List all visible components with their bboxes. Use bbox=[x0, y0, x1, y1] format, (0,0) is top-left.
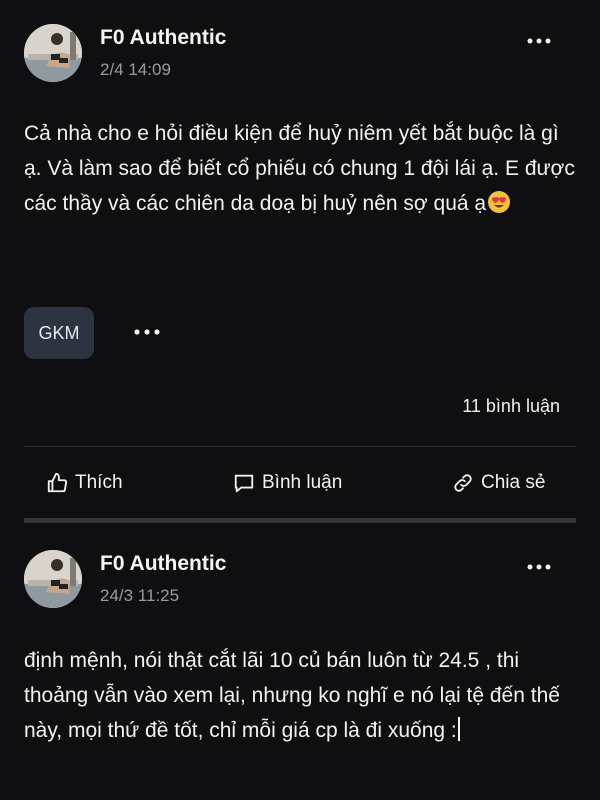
stock-tag-chip[interactable]: GKM bbox=[24, 307, 94, 359]
post-timestamp: 2/4 14:09 bbox=[100, 60, 171, 79]
post-text: định mệnh, nói thật cắt lãi 10 củ bán lu… bbox=[24, 649, 560, 742]
avatar-image bbox=[24, 24, 82, 82]
comment-icon bbox=[234, 474, 254, 493]
comment-button[interactable]: Bình luận bbox=[233, 468, 342, 498]
post-content: Cả nhà cho e hỏi điều kiện để huỷ niêm y… bbox=[24, 116, 580, 221]
like-button[interactable]: Thích bbox=[46, 468, 123, 498]
more-horizontal-icon bbox=[527, 564, 551, 570]
thumbs-up-icon bbox=[47, 472, 68, 493]
post-separator bbox=[24, 518, 576, 523]
more-horizontal-icon bbox=[527, 38, 551, 44]
more-horizontal-icon bbox=[134, 329, 160, 335]
more-options-button[interactable] bbox=[526, 554, 552, 580]
avatar[interactable] bbox=[24, 550, 82, 608]
heart-eyes-emoji-icon bbox=[488, 191, 511, 213]
divider bbox=[24, 446, 576, 447]
author-name[interactable]: F0 Authentic bbox=[100, 552, 226, 576]
post-timestamp: 24/3 11:25 bbox=[100, 586, 180, 605]
avatar-image bbox=[24, 550, 82, 608]
comment-count[interactable]: 11 bình luận bbox=[462, 396, 560, 417]
avatar[interactable] bbox=[24, 24, 82, 82]
share-label: Chia sẻ bbox=[481, 472, 546, 493]
text-cursor bbox=[457, 717, 460, 741]
share-button[interactable]: Chia sẻ bbox=[452, 468, 545, 498]
link-icon bbox=[454, 474, 472, 492]
post-content: định mệnh, nói thật cắt lãi 10 củ bán lu… bbox=[24, 643, 580, 748]
tag-more-button[interactable] bbox=[132, 318, 162, 346]
like-label: Thích bbox=[75, 472, 123, 493]
comment-label: Bình luận bbox=[262, 472, 343, 493]
author-name[interactable]: F0 Authentic bbox=[100, 26, 226, 50]
more-options-button[interactable] bbox=[526, 28, 552, 54]
